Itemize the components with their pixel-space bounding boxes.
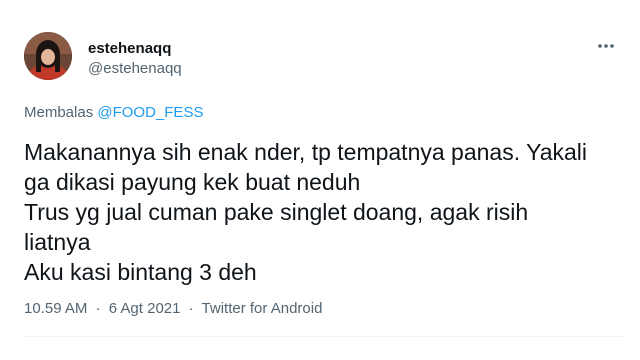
tweet-text-line: Trus yg jual cuman pake singlet doang, a… bbox=[24, 199, 529, 225]
tweet-source-link[interactable]: Twitter for Android bbox=[202, 300, 323, 317]
tweet-text: Makanannya sih enak nder, tp tempatnya p… bbox=[24, 137, 624, 287]
tweet-date[interactable]: 6 Agt 2021 bbox=[109, 300, 181, 317]
tweet-text-line: Makanannya sih enak nder, tp tempatnya p… bbox=[24, 139, 588, 165]
tweet-card: estehenaqq @estehenaqq Membalas @FOOD_FE… bbox=[0, 0, 640, 360]
avatar-image bbox=[24, 32, 72, 80]
meta-separator: · bbox=[188, 300, 194, 317]
display-name[interactable]: estehenaqq bbox=[88, 40, 171, 57]
avatar[interactable] bbox=[24, 32, 72, 80]
tweet-meta: 10.59 AM · 6 Agt 2021 · Twitter for Andr… bbox=[24, 300, 322, 317]
reply-prefix: Membalas bbox=[24, 104, 94, 121]
tweet-time[interactable]: 10.59 AM bbox=[24, 300, 87, 317]
tweet-text-line: liatnya bbox=[24, 229, 91, 255]
tweet-text-line: ga dikasi payung kek buat neduh bbox=[24, 169, 361, 195]
reply-mention-link[interactable]: @FOOD_FESS bbox=[97, 104, 203, 121]
user-handle[interactable]: @estehenaqq bbox=[88, 60, 182, 77]
reply-context: Membalas @FOOD_FESS bbox=[24, 104, 203, 121]
more-horizontal-icon[interactable] bbox=[594, 38, 618, 54]
meta-separator: · bbox=[95, 300, 101, 317]
divider bbox=[24, 336, 624, 337]
tweet-text-line: Aku kasi bintang 3 deh bbox=[24, 259, 257, 285]
